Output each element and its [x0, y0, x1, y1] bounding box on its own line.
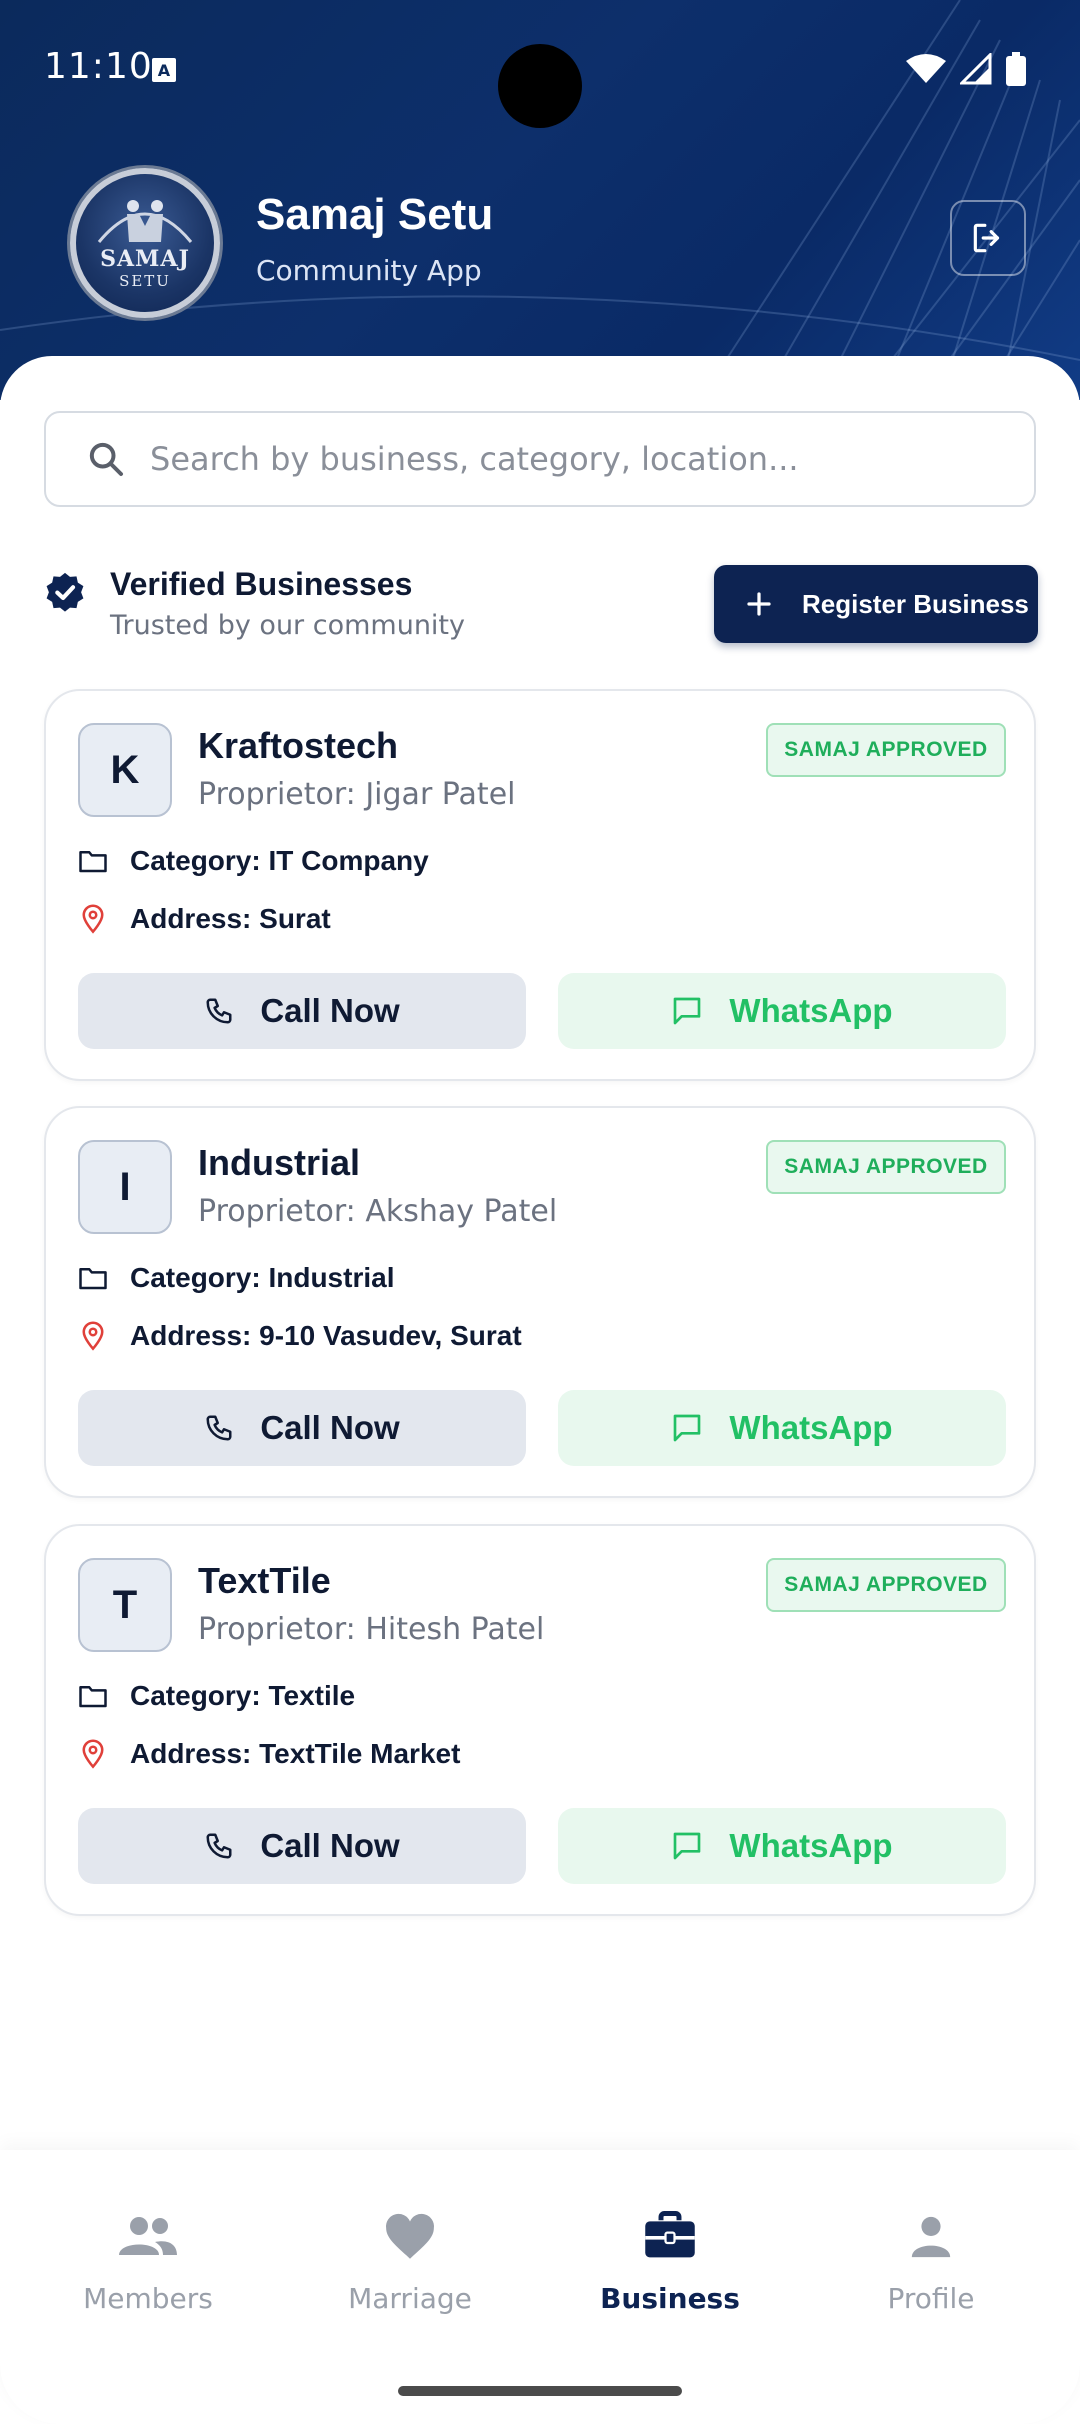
- person-icon: [911, 2216, 951, 2258]
- business-category-row: Category: Textile: [78, 1680, 355, 1712]
- business-name: Kraftostech: [198, 725, 399, 766]
- whatsapp-button[interactable]: WhatsApp: [558, 1390, 1006, 1466]
- folder-icon: [79, 851, 107, 873]
- samaj-approved-badge: SAMAJ APPROVED: [766, 1558, 1006, 1612]
- app-title: Samaj Setu: [256, 190, 494, 239]
- business-address-row: Address: Surat: [78, 903, 331, 935]
- business-name: TextTile: [198, 1560, 331, 1601]
- call-now-button[interactable]: Call Now: [78, 973, 526, 1049]
- call-now-label: Call Now: [260, 1827, 400, 1864]
- register-business-label: Register Business: [802, 588, 1029, 619]
- home-indicator[interactable]: [398, 2386, 682, 2396]
- business-address: Address: 9-10 Vasudev, Surat: [130, 1320, 522, 1351]
- notification-a-icon: A: [152, 58, 176, 82]
- phone-icon: [206, 1833, 232, 1859]
- business-address-row: Address: 9-10 Vasudev, Surat: [78, 1320, 522, 1352]
- chat-bubble-icon: [674, 997, 701, 1025]
- folder-icon: [79, 1268, 107, 1290]
- nav-members[interactable]: Members: [48, 2206, 248, 2315]
- location-pin-icon: [82, 904, 104, 934]
- app-subtitle: Community App: [256, 254, 482, 287]
- business-category-row: Category: IT Company: [78, 845, 429, 877]
- business-avatar: I: [78, 1140, 172, 1234]
- samaj-setu-logo: SAMAJ SETU: [70, 168, 220, 318]
- briefcase-icon: [645, 2211, 695, 2258]
- signal-icon: [960, 53, 992, 85]
- business-card[interactable]: T TextTile Proprietor: Hitesh Patel SAMA…: [44, 1524, 1036, 1916]
- chat-bubble-icon: [674, 1832, 701, 1860]
- status-icons: [906, 52, 1026, 86]
- logo-text-samaj: SAMAJ: [100, 246, 190, 272]
- nav-profile-label: Profile: [887, 2282, 975, 2315]
- search-input[interactable]: [150, 413, 1010, 505]
- heart-icon: [386, 2213, 434, 2259]
- logout-button[interactable]: [950, 200, 1026, 276]
- bottom-navigation: Members Marriage Business Profile: [0, 2150, 1080, 2424]
- business-address: Address: TextTile Market: [130, 1738, 461, 1769]
- nav-marriage[interactable]: Marriage: [310, 2206, 510, 2315]
- business-avatar: K: [78, 723, 172, 817]
- logout-icon: [973, 223, 1000, 253]
- status-bar: 11:10 A: [0, 0, 1080, 140]
- members-icon: [119, 2217, 177, 2255]
- business-category-row: Category: Industrial: [78, 1262, 394, 1294]
- call-now-label: Call Now: [260, 1409, 400, 1446]
- wifi-icon: [906, 54, 946, 83]
- app-header: 11:10 A SAMAJ SETU Samaj Setu Community …: [0, 0, 1080, 400]
- whatsapp-label: WhatsApp: [729, 1409, 893, 1446]
- location-pin-icon: [82, 1321, 104, 1351]
- nav-members-label: Members: [83, 2282, 213, 2315]
- handshake-bridge-icon: [97, 200, 193, 243]
- nav-business[interactable]: Business: [570, 2206, 770, 2315]
- search-icon: [89, 442, 123, 476]
- business-proprietor: Proprietor: Hitesh Patel: [198, 1612, 545, 1647]
- location-pin-icon: [82, 1739, 104, 1769]
- business-category: Category: Industrial: [130, 1262, 395, 1293]
- section-subtitle: Trusted by our community: [110, 610, 465, 641]
- call-now-label: Call Now: [260, 992, 400, 1029]
- whatsapp-label: WhatsApp: [729, 1827, 893, 1864]
- samaj-approved-badge: SAMAJ APPROVED: [766, 1140, 1006, 1194]
- whatsapp-button[interactable]: WhatsApp: [558, 973, 1006, 1049]
- status-time: 11:10: [44, 46, 153, 87]
- business-proprietor: Proprietor: Jigar Patel: [198, 777, 516, 812]
- nav-business-label: Business: [600, 2282, 740, 2315]
- business-address: Address: Surat: [130, 903, 331, 934]
- samaj-approved-badge: SAMAJ APPROVED: [766, 723, 1006, 777]
- phone-icon: [206, 1415, 232, 1441]
- battery-icon: [1006, 52, 1026, 86]
- section-title: Verified Businesses: [110, 566, 413, 602]
- folder-icon: [79, 1686, 107, 1708]
- verified-badge-icon: [46, 572, 84, 612]
- business-proprietor: Proprietor: Akshay Patel: [198, 1194, 558, 1229]
- camera-cutout: [498, 44, 582, 128]
- search-bar[interactable]: [44, 411, 1036, 507]
- nav-marriage-label: Marriage: [348, 2282, 472, 2315]
- chat-bubble-icon: [674, 1414, 701, 1442]
- register-business-button[interactable]: Register Business: [714, 565, 1038, 643]
- business-avatar: T: [78, 1558, 172, 1652]
- business-category: Category: Textile: [130, 1680, 356, 1711]
- business-card[interactable]: I Industrial Proprietor: Akshay Patel SA…: [44, 1106, 1036, 1498]
- plus-icon: [747, 592, 771, 616]
- whatsapp-button[interactable]: WhatsApp: [558, 1808, 1006, 1884]
- business-category: Category: IT Company: [130, 845, 429, 876]
- logo-text-setu: SETU: [119, 272, 171, 290]
- business-card[interactable]: K Kraftostech Proprietor: Jigar Patel SA…: [44, 689, 1036, 1081]
- whatsapp-label: WhatsApp: [729, 992, 893, 1029]
- call-now-button[interactable]: Call Now: [78, 1808, 526, 1884]
- business-name: Industrial: [198, 1142, 361, 1183]
- nav-profile[interactable]: Profile: [831, 2206, 1031, 2315]
- phone-icon: [206, 998, 232, 1024]
- call-now-button[interactable]: Call Now: [78, 1390, 526, 1466]
- business-address-row: Address: TextTile Market: [78, 1738, 460, 1770]
